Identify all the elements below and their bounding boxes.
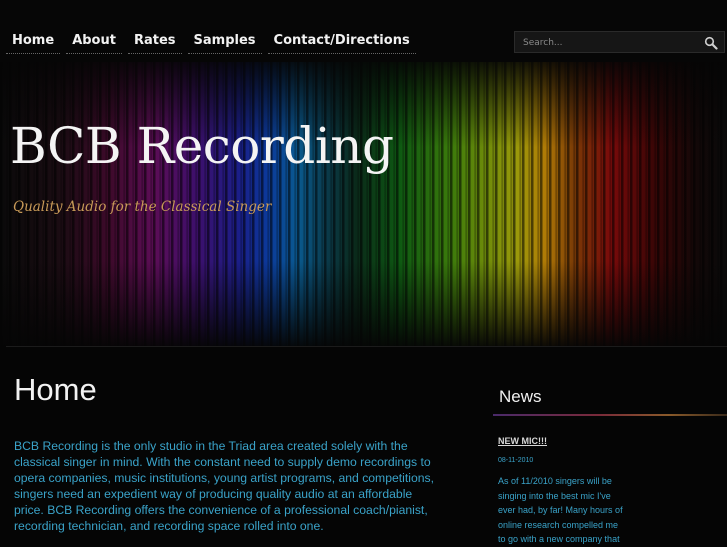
site-title[interactable]: BCB Recording (10, 116, 394, 176)
nav-contact-directions[interactable]: Contact/Directions (267, 33, 416, 54)
site-tagline: Quality Audio for the Classical Singer (13, 199, 272, 215)
banner-divider (6, 346, 727, 347)
nav-home[interactable]: Home (6, 33, 61, 54)
news-post-excerpt: As of 11/2010 singers will be singing in… (498, 476, 623, 544)
news-divider (493, 414, 727, 416)
magnifier-icon[interactable] (704, 35, 718, 50)
nav-samples[interactable]: Samples (187, 33, 262, 54)
news-post-title-link[interactable]: NEW MIC!!! (498, 436, 547, 446)
top-navigation-bar: Home About Rates Samples Contact/Directi… (0, 0, 727, 63)
nav-about[interactable]: About (66, 33, 122, 54)
main-nav: Home About Rates Samples Contact/Directi… (6, 33, 416, 54)
search-input[interactable] (521, 34, 705, 52)
news-post-date: 08-11-2010 (498, 457, 534, 464)
news-heading: News (499, 387, 542, 406)
nav-rates[interactable]: Rates (127, 33, 182, 54)
search-box (514, 31, 725, 53)
page-title: Home (14, 372, 97, 407)
intro-paragraph: BCB Recording is the only studio in the … (14, 439, 434, 533)
